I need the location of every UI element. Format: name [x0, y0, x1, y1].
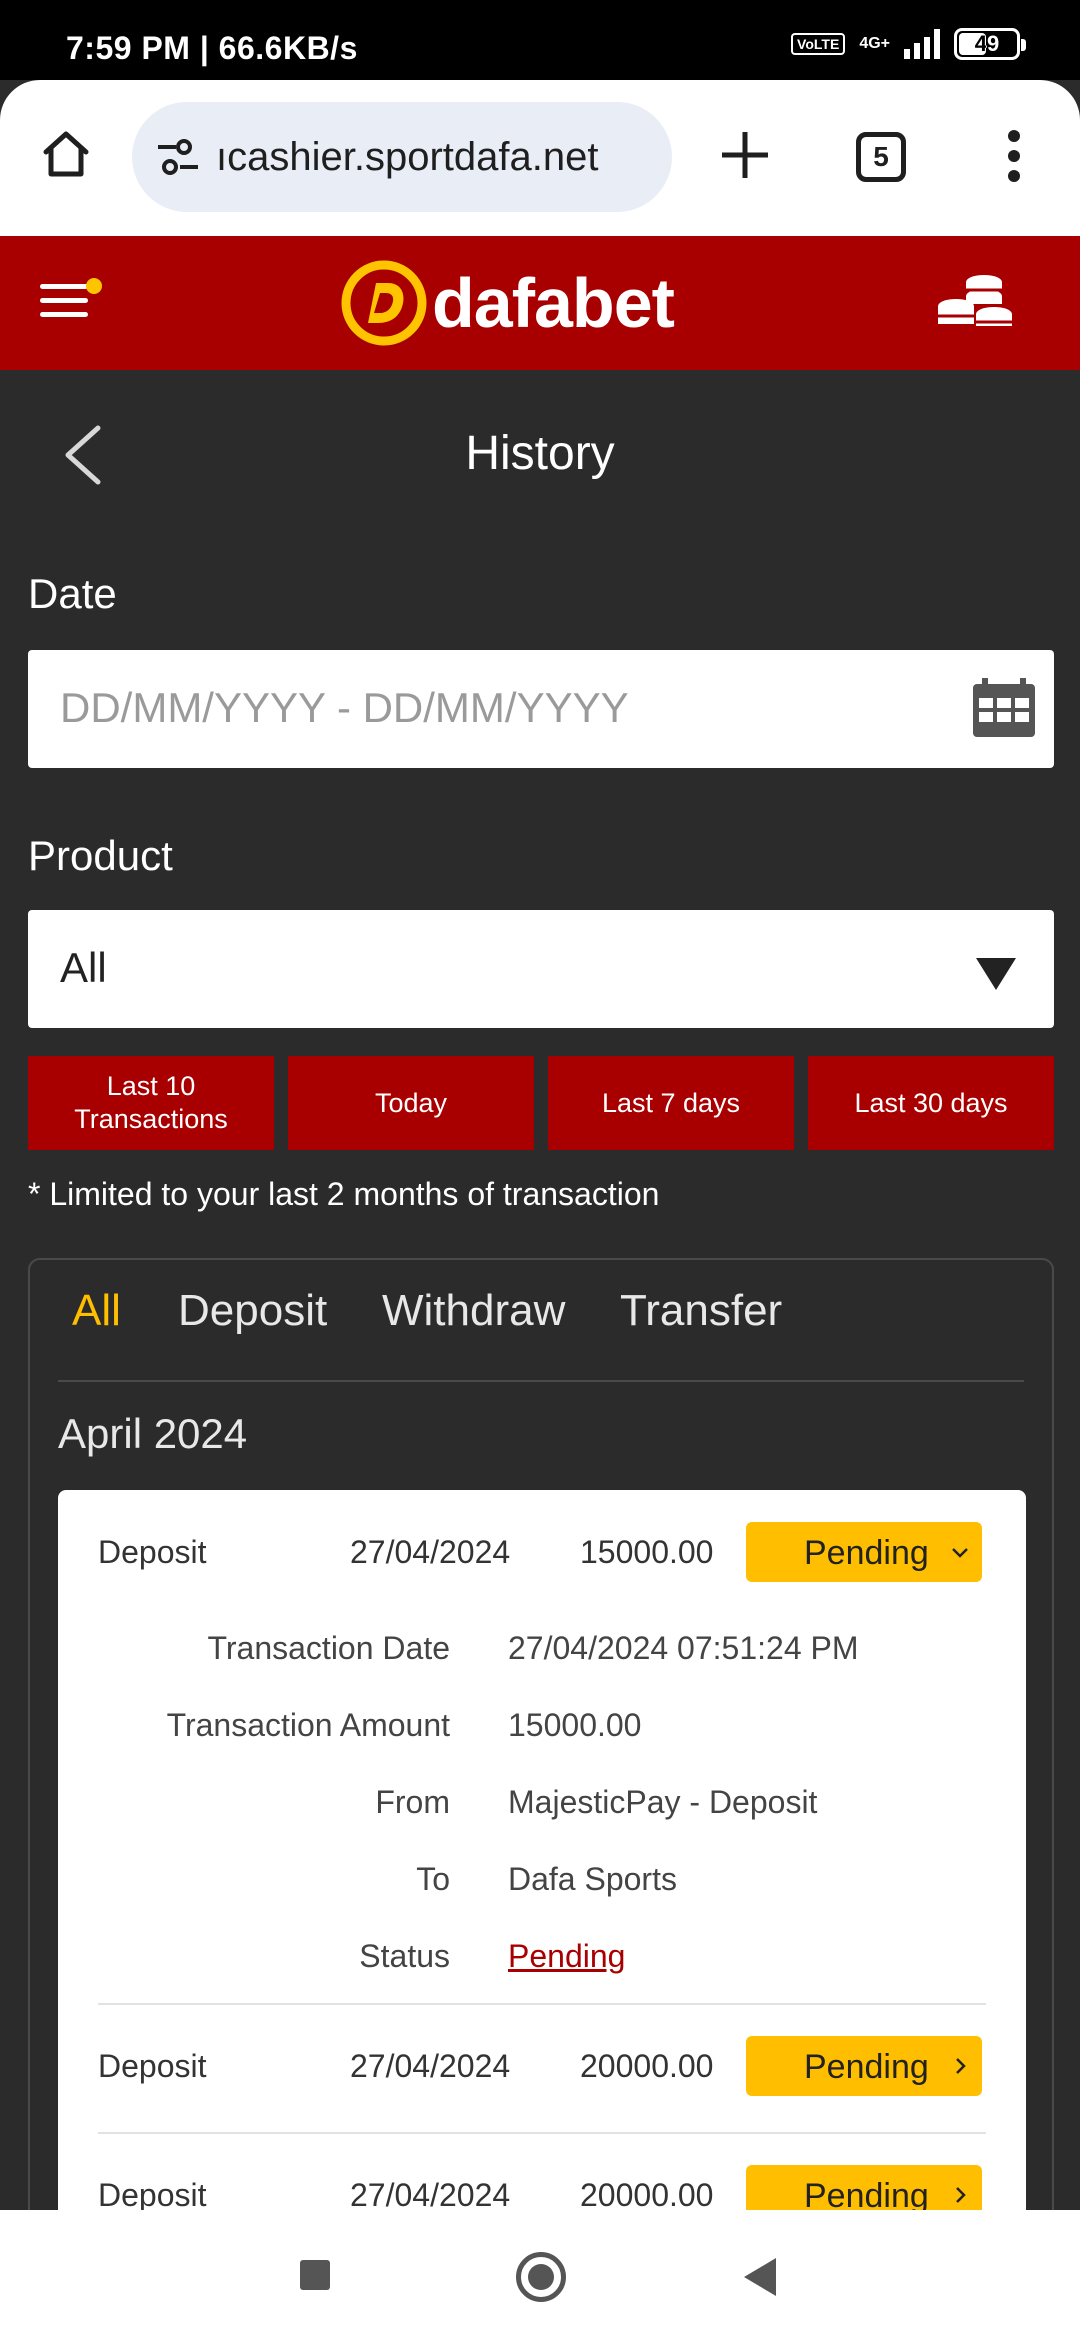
- system-nav-bar: [0, 2210, 1080, 2340]
- status-time: 7:59 PM | 66.6KB/s: [66, 30, 358, 66]
- history-panel: All Deposit Withdraw Transfer April 2024…: [28, 1258, 1054, 2298]
- today-button[interactable]: Today: [288, 1056, 534, 1150]
- chevron-down-icon: [952, 1548, 968, 1558]
- detail-label-date: Transaction Date: [207, 1630, 450, 1666]
- detail-value-to: Dafa Sports: [508, 1861, 677, 1897]
- date-range-input[interactable]: DD/MM/YYYY - DD/MM/YYYY: [28, 650, 1054, 768]
- new-tab-icon[interactable]: [714, 124, 776, 186]
- network-type: 4G+: [859, 35, 890, 52]
- date-range-placeholder: DD/MM/YYYY - DD/MM/YYYY: [60, 684, 629, 731]
- transaction-type: Deposit: [98, 1534, 207, 1570]
- limit-note: * Limited to your last 2 months of trans…: [28, 1176, 660, 1212]
- tabs-icon[interactable]: 5: [856, 132, 906, 182]
- dafabet-logo[interactable]: dafabet: [340, 258, 675, 348]
- tab-divider: [58, 1380, 1024, 1382]
- detail-label-to: To: [416, 1861, 450, 1897]
- status-bar: 7:59 PM | 66.6KB/s VoLTE 4G+ 49: [0, 0, 1080, 80]
- calendar-icon[interactable]: [970, 676, 1038, 740]
- last-7-days-button[interactable]: Last 7 days: [548, 1056, 794, 1150]
- status-badge[interactable]: Pending: [746, 2036, 982, 2096]
- tab-all[interactable]: All: [72, 1286, 121, 1336]
- transaction-list: Deposit 27/04/2024 15000.00 Pending Tran…: [58, 1490, 1026, 2296]
- row-divider: [98, 2003, 986, 2005]
- transaction-type: Deposit: [98, 2048, 207, 2084]
- dropdown-arrow-icon: [976, 958, 1016, 990]
- status-icons: VoLTE 4G+ 49: [791, 28, 1026, 60]
- detail-value-amount: 15000.00: [508, 1707, 642, 1743]
- product-label: Product: [28, 832, 173, 879]
- transaction-date: 27/04/2024: [350, 2177, 511, 2213]
- browser-toolbar: ıcashier.sportdafa.net 5: [0, 80, 1080, 236]
- home-button-icon[interactable]: [516, 2252, 566, 2302]
- page-title: History: [465, 427, 615, 480]
- detail-label-amount: Transaction Amount: [166, 1707, 450, 1743]
- last-10-transactions-label: Last 10 Transactions: [74, 1071, 228, 1134]
- date-label: Date: [28, 570, 117, 617]
- status-badge-label: Pending: [804, 2048, 929, 2086]
- site-header: dafabet: [0, 236, 1080, 370]
- menu-icon[interactable]: [40, 278, 104, 326]
- battery-level-text: 49: [974, 31, 1000, 56]
- transaction-amount: 20000.00: [580, 2177, 714, 2213]
- detail-value-status-link[interactable]: Pending: [508, 1938, 625, 1975]
- product-selected-value: All: [60, 944, 107, 991]
- transaction-amount: 20000.00: [580, 2048, 714, 2084]
- transaction-row[interactable]: Deposit 27/04/2024 15000.00 Pending: [58, 1522, 1026, 1582]
- chevron-right-icon: [956, 2187, 966, 2203]
- notification-dot: [86, 278, 102, 294]
- transaction-type: Deposit: [98, 2177, 207, 2213]
- row-divider: [98, 2132, 986, 2134]
- transaction-date: 27/04/2024: [350, 1534, 511, 1570]
- recent-apps-icon[interactable]: [300, 2260, 330, 2290]
- signal-icon: [904, 29, 940, 59]
- transaction-date: 27/04/2024: [350, 2048, 511, 2084]
- tab-transfer[interactable]: Transfer: [620, 1286, 782, 1336]
- transaction-amount: 15000.00: [580, 1534, 714, 1570]
- status-badge[interactable]: Pending: [746, 1522, 982, 1582]
- volte-icon: VoLTE: [791, 33, 846, 55]
- home-icon[interactable]: [40, 128, 92, 180]
- tab-deposit[interactable]: Deposit: [178, 1286, 327, 1336]
- last-10-transactions-button[interactable]: Last 10 Transactions: [28, 1056, 274, 1150]
- month-heading: April 2024: [58, 1410, 248, 1457]
- tab-withdraw[interactable]: Withdraw: [382, 1286, 565, 1336]
- detail-label-from: From: [375, 1784, 450, 1820]
- url-text[interactable]: ıcashier.sportdafa.net: [216, 135, 598, 180]
- status-badge-label: Pending: [804, 1534, 929, 1572]
- address-bar[interactable]: ıcashier.sportdafa.net: [132, 102, 672, 212]
- battery-icon: 49: [954, 28, 1026, 60]
- brand-name: dafabet: [432, 264, 675, 342]
- detail-value-from: MajesticPay - Deposit: [508, 1784, 818, 1820]
- transaction-row[interactable]: Deposit 27/04/2024 20000.00 Pending: [58, 2036, 1026, 2096]
- system-back-icon[interactable]: [744, 2258, 776, 2296]
- chevron-right-icon: [956, 2058, 966, 2074]
- dafabet-logo-icon: [341, 260, 427, 346]
- coins-icon[interactable]: [934, 270, 1016, 336]
- last-30-days-button[interactable]: Last 30 days: [808, 1056, 1054, 1150]
- site-settings-icon[interactable]: [154, 137, 202, 177]
- detail-label-status: Status: [359, 1938, 450, 1974]
- more-menu-icon[interactable]: [1006, 130, 1022, 190]
- detail-value-date: 27/04/2024 07:51:24 PM: [508, 1630, 859, 1666]
- product-select[interactable]: All: [28, 910, 1054, 1028]
